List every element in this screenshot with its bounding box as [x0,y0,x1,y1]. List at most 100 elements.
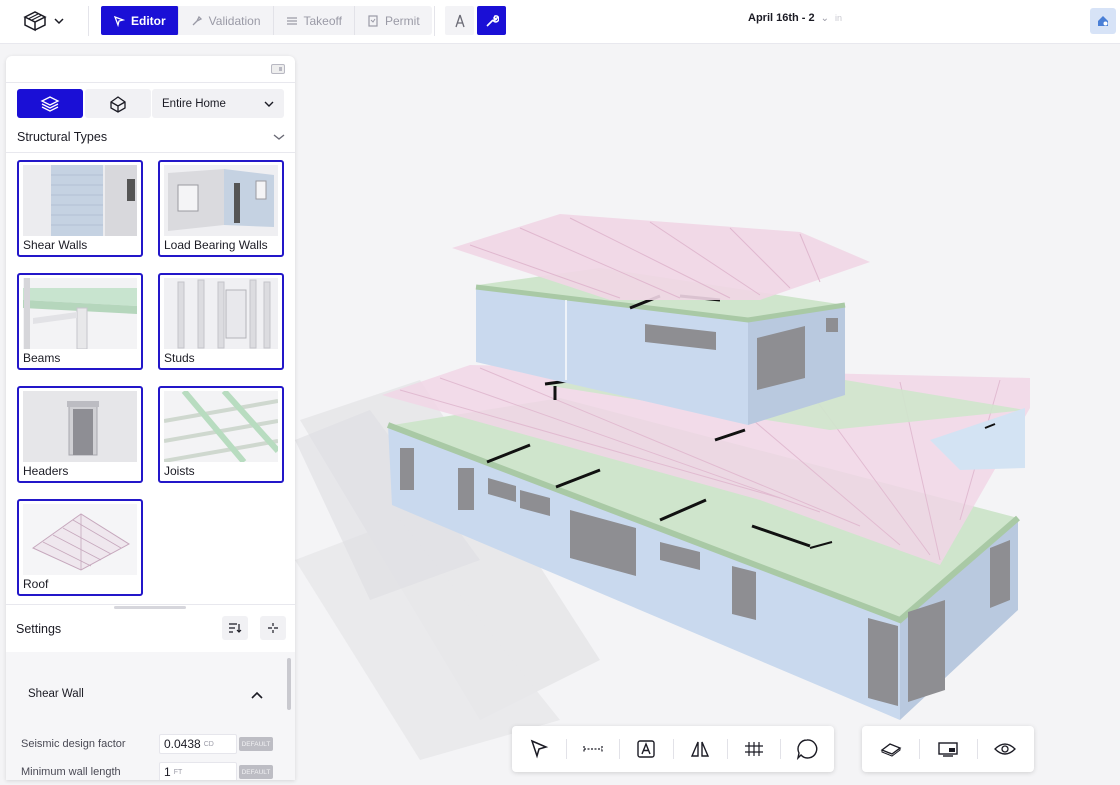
field-unit: FT [173,768,183,776]
scrollbar[interactable] [287,658,291,710]
card-joists[interactable]: Joists [158,386,284,483]
tab-permit[interactable]: Permit [355,6,432,35]
card-roof[interactable]: Roof [17,499,143,596]
date-label: April 16th - 2 [748,12,815,24]
cursor-icon [530,739,549,759]
tab-takeoff-label: Takeoff [303,13,342,28]
grid-icon [744,742,763,756]
grid-tool-button[interactable] [726,726,781,772]
chevron-down-icon: ⌄ [820,12,830,24]
plane-icon [880,743,902,757]
field-unit: CD [203,740,214,748]
date-selector[interactable]: April 16th - 2 ⌄ in [748,12,842,24]
chevron-down-icon [264,101,274,107]
compass-icon [454,14,465,27]
field-label: Minimum wall length [21,766,121,778]
tool-group [445,6,506,35]
card-shear-walls[interactable]: Shear Walls [17,160,143,257]
home-button[interactable] [1090,8,1116,34]
collapse-icon [268,623,278,633]
divider [434,6,435,36]
comment-tool-button[interactable] [780,726,834,772]
wrench-icon [485,14,499,27]
tab-validation[interactable]: Validation [179,6,274,35]
editor-icon [113,15,125,27]
seismic-design-factor-row: Seismic design factor 0.0438 CD DEFAULT [21,733,281,755]
text-tool-button[interactable] [619,726,673,772]
divider [88,6,89,36]
card-label: Beams [23,351,61,365]
select-tool-button[interactable] [512,726,566,772]
mode-tabs: Editor Validation Takeoff Permit [101,6,432,35]
field-value: 0.0438 [164,737,201,751]
compass-tool-button[interactable] [445,6,474,35]
section-title: Structural Types [17,130,108,144]
joists-thumbnail [164,391,278,462]
card-label: Load Bearing Walls [164,238,268,252]
sort-icon [229,623,242,633]
minimum-wall-length-row: Minimum wall length 1 FT DEFAULT [21,761,281,780]
structural-types-header[interactable]: Structural Types [17,130,285,144]
screen-view-button[interactable] [919,726,976,772]
house-box-icon [110,95,126,113]
mirror-icon [690,741,709,757]
view-3d-button[interactable] [17,89,83,118]
card-headers[interactable]: Headers [17,386,143,483]
view-box-button[interactable] [85,89,151,118]
default-badge[interactable]: DEFAULT [239,765,273,779]
roof-thumbnail [23,504,137,575]
scope-select[interactable]: Entire Home [152,89,284,118]
tab-permit-label: Permit [384,13,420,28]
screen-icon [938,742,958,757]
chevron-up-icon [251,691,263,699]
field-label: Seismic design factor [21,738,126,750]
card-label: Studs [164,351,195,365]
structure-panel: Entire Home Structural Types Shear Walls… [6,56,295,780]
collapse-panel-button[interactable] [271,64,285,74]
home-icon [1098,16,1108,26]
permit-icon [368,14,378,27]
top-bar: Editor Validation Takeoff Permit April 1… [0,0,1120,44]
app-menu-button[interactable] [22,8,70,34]
validation-icon [192,15,202,25]
comment-icon [797,739,818,760]
studs-thumbnail [164,278,278,349]
mirror-tool-button[interactable] [673,726,727,772]
text-icon [637,740,655,758]
takeoff-icon [286,16,297,25]
tab-takeoff[interactable]: Takeoff [274,6,355,35]
eye-icon [994,743,1017,755]
card-beams[interactable]: Beams [17,273,143,370]
divider [6,152,295,153]
scope-select-value: Entire Home [162,97,226,110]
tab-editor-label: Editor [131,13,166,28]
visibility-button[interactable] [976,726,1034,772]
drawing-toolbar [512,726,834,772]
measure-tool-button[interactable] [565,726,620,772]
card-label: Shear Walls [23,238,88,252]
shear-wall-subheader: Shear Wall [28,688,84,700]
field-value: 1 [164,765,171,779]
card-label: Roof [23,577,49,591]
collapse-all-button[interactable] [260,616,286,640]
collapse-section-button[interactable] [251,686,263,704]
headers-thumbnail [23,391,137,462]
wrench-tool-button[interactable] [477,6,506,35]
chevron-down-icon [54,18,64,25]
layers-icon [40,95,60,112]
card-label: Joists [164,464,195,478]
minimum-wall-length-input[interactable]: 1 FT [159,762,237,780]
load-bearing-walls-thumbnail [164,165,278,236]
date-suffix: in [835,13,843,23]
resize-handle[interactable] [114,606,186,609]
card-studs[interactable]: Studs [158,273,284,370]
plane-view-button[interactable] [862,726,919,772]
shear-walls-thumbnail [23,165,137,236]
default-badge[interactable]: DEFAULT [239,737,273,751]
settings-title: Settings [16,622,62,636]
sort-button[interactable] [222,616,248,640]
seismic-design-factor-input[interactable]: 0.0438 CD [159,734,237,754]
card-load-bearing-walls[interactable]: Load Bearing Walls [158,160,284,257]
tab-editor[interactable]: Editor [101,6,179,35]
card-label: Headers [23,464,69,478]
